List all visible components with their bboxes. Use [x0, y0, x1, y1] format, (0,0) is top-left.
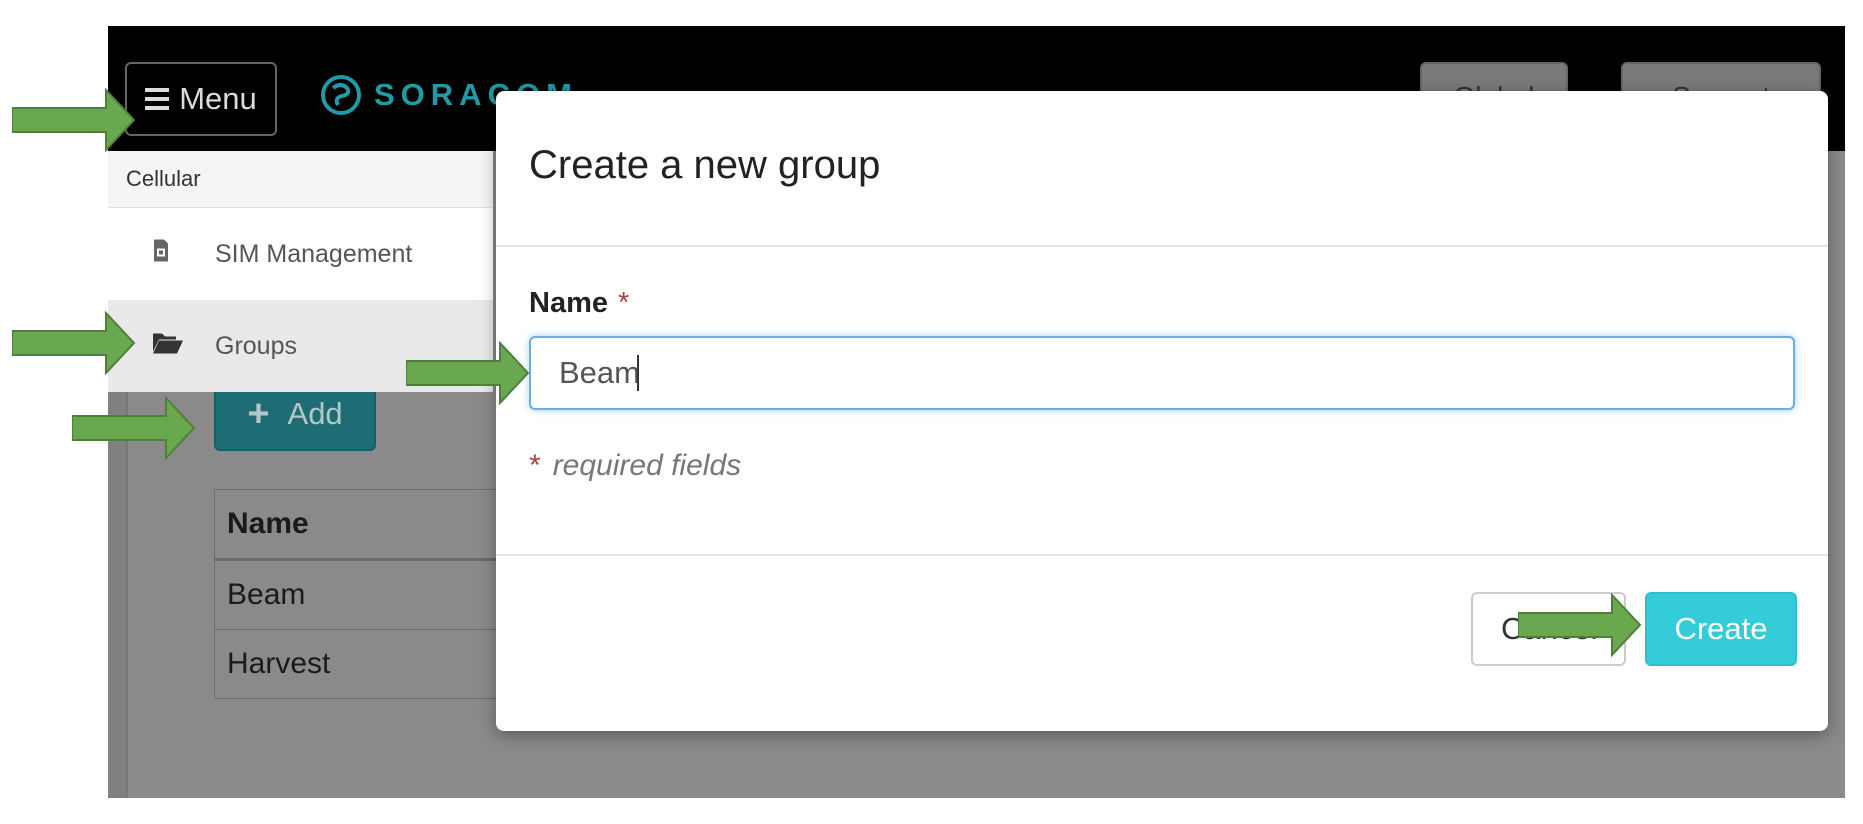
soracom-logo-icon: [321, 75, 361, 115]
sidebar-item-label: SIM Management: [215, 239, 413, 268]
name-label-text: Name: [529, 287, 608, 319]
plus-icon: +: [247, 393, 270, 435]
annotation-arrow-icon: [12, 311, 136, 375]
menu-button[interactable]: Menu: [125, 62, 277, 136]
annotation-arrow-icon: [1518, 593, 1642, 657]
table-header-name: Name: [214, 489, 534, 561]
folder-open-icon: [152, 331, 184, 362]
dialog-footer-divider: [496, 554, 1828, 556]
sidebar-item-sim-management[interactable]: SIM Management: [108, 208, 493, 300]
group-name-input[interactable]: [529, 336, 1795, 410]
name-field-label: Name *: [529, 287, 629, 320]
dialog-title: Create a new group: [529, 143, 881, 187]
add-button-label: Add: [287, 396, 343, 431]
menu-button-label: Menu: [179, 81, 257, 116]
text-caret: [637, 355, 639, 391]
hamburger-icon: [145, 88, 170, 110]
sidebar-section-cellular: Cellular: [108, 151, 493, 208]
create-button-label: Create: [1674, 611, 1768, 646]
groups-table: Name Beam Harvest: [214, 489, 534, 699]
required-fields-note: * required fields: [529, 449, 741, 483]
table-cell-name[interactable]: Harvest: [214, 629, 534, 699]
table-row[interactable]: Harvest: [214, 629, 534, 699]
sidebar-item-label: Groups: [215, 331, 297, 360]
required-star: *: [529, 449, 541, 482]
annotation-arrow-icon: [12, 88, 136, 152]
table-row[interactable]: Beam: [214, 559, 534, 630]
table-cell-name[interactable]: Beam: [214, 559, 534, 630]
dialog-header-divider: [496, 245, 1828, 247]
required-note-text: required fields: [552, 449, 742, 482]
sim-card-icon: [152, 239, 170, 270]
annotation-arrow-icon: [72, 396, 196, 460]
annotation-arrow-icon: [406, 341, 530, 405]
create-button[interactable]: Create: [1645, 592, 1797, 666]
required-star: *: [618, 287, 630, 319]
